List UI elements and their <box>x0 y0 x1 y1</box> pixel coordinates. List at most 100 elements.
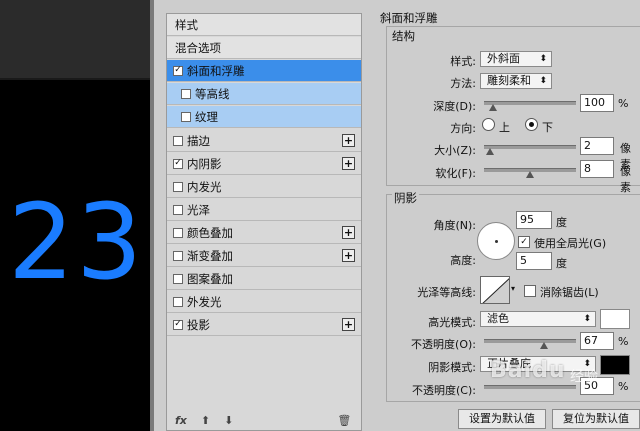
gloss-contour-label: 光泽等高线: <box>417 286 476 299</box>
shading-group-title: 阴影 <box>392 190 419 206</box>
direction-label: 方向: <box>450 122 476 135</box>
style-item-bevel-emboss[interactable]: ✓ 斜面和浮雕 <box>167 60 361 82</box>
add-color-overlay-button[interactable]: + <box>342 226 355 239</box>
highlight-opacity-label: 不透明度(O): <box>411 338 476 351</box>
size-input[interactable]: 2 <box>580 137 614 155</box>
fx-icon[interactable]: fx <box>175 414 187 427</box>
style-list-header-styles[interactable]: 样式 <box>167 14 361 36</box>
style-item-gradient-overlay[interactable]: 渐变叠加 + <box>167 245 361 267</box>
altitude-unit: 度 <box>556 257 567 270</box>
style-item-stroke[interactable]: 描边 + <box>167 130 361 152</box>
style-item-contour[interactable]: 等高线 <box>167 83 361 105</box>
soften-label: 软化(F): <box>435 167 476 180</box>
style-item-satin[interactable]: 光泽 <box>167 199 361 221</box>
global-light-checkbox[interactable]: ✓ <box>518 236 530 248</box>
shadow-opacity-slider[interactable] <box>484 385 576 389</box>
soften-slider[interactable] <box>484 168 576 178</box>
bevel-method-select[interactable]: 雕刻柔和 ⬍ <box>480 73 552 89</box>
style-label: 样式: <box>450 55 476 68</box>
add-drop-shadow-button[interactable]: + <box>342 318 355 331</box>
gloss-contour-preview[interactable] <box>480 276 510 304</box>
trash-icon[interactable]: 🗑 <box>337 414 351 427</box>
direction-up-radio[interactable] <box>482 118 495 131</box>
bevel-section-title: 斜面和浮雕 <box>380 11 438 25</box>
shadow-color-swatch[interactable] <box>600 355 630 375</box>
baidu-watermark-sub: 经验 <box>570 369 598 385</box>
angle-label: 角度(N): <box>433 219 476 232</box>
add-stroke-button[interactable]: + <box>342 134 355 147</box>
depth-slider[interactable] <box>484 101 576 111</box>
move-down-icon[interactable]: ⬇ <box>224 414 233 427</box>
outer-glow-checkbox[interactable] <box>173 296 183 307</box>
style-item-drop-shadow[interactable]: ✓ 投影 + <box>167 314 361 336</box>
gradient-overlay-checkbox[interactable] <box>173 250 183 261</box>
antialias-checkbox[interactable] <box>524 285 536 297</box>
soften-unit: 像素 <box>620 165 631 194</box>
direction-down-radio[interactable] <box>525 118 538 131</box>
inner-glow-checkbox[interactable] <box>173 181 183 192</box>
highlight-mode-select[interactable]: 滤色 ⬍ <box>480 311 596 327</box>
highlight-opacity-input[interactable]: 67 <box>580 332 614 350</box>
contour-curve-icon <box>482 278 509 303</box>
drop-shadow-checkbox[interactable]: ✓ <box>173 319 183 330</box>
style-item-outer-glow[interactable]: 外发光 <box>167 291 361 313</box>
depth-input[interactable]: 100 <box>580 94 614 112</box>
style-item-inner-glow[interactable]: 内发光 <box>167 176 361 198</box>
highlight-color-swatch[interactable] <box>600 309 630 329</box>
size-slider[interactable] <box>484 145 576 155</box>
canvas-number-text: 23 <box>8 181 145 303</box>
contour-checkbox[interactable] <box>181 88 191 99</box>
contour-dropdown-icon[interactable]: ▾ <box>511 284 515 293</box>
chevron-updown-icon: ⬍ <box>539 54 547 64</box>
size-slider-thumb[interactable] <box>486 148 494 155</box>
structure-group-title: 结构 <box>392 29 415 43</box>
highlight-mode-label: 高光模式: <box>428 316 476 329</box>
make-default-button[interactable]: 设置为默认值 <box>458 409 546 429</box>
style-list-footer: fx ⬆ ⬇ 🗑 <box>167 410 361 430</box>
inner-shadow-checkbox[interactable]: ✓ <box>173 158 183 169</box>
size-label: 大小(Z): <box>434 144 476 157</box>
document-canvas: 23 <box>0 0 150 431</box>
baidu-watermark-logo: Baidu <box>490 358 566 383</box>
direction-up-label: 上 <box>499 121 510 134</box>
bevel-checkbox[interactable]: ✓ <box>173 65 183 76</box>
soften-input[interactable]: 8 <box>580 160 614 178</box>
stroke-checkbox[interactable] <box>173 135 183 146</box>
shadow-mode-label: 阴影模式: <box>428 361 476 374</box>
reset-default-button[interactable]: 复位为默认值 <box>552 409 640 429</box>
layer-style-dialog: 样式 混合选项 ✓ 斜面和浮雕 等高线 纹理 描边 + ✓ 内阴影 + 内发光 <box>150 0 640 431</box>
add-inner-shadow-button[interactable]: + <box>342 157 355 170</box>
highlight-opacity-slider[interactable] <box>484 339 576 349</box>
bevel-style-select[interactable]: 外斜面 ⬍ <box>480 51 552 67</box>
chevron-updown-icon: ⬍ <box>539 76 547 86</box>
style-item-pattern-overlay[interactable]: 图案叠加 <box>167 268 361 290</box>
highlight-opacity-thumb[interactable] <box>540 342 548 349</box>
style-item-color-overlay[interactable]: 颜色叠加 + <box>167 222 361 244</box>
satin-checkbox[interactable] <box>173 204 183 215</box>
texture-checkbox[interactable] <box>181 111 191 122</box>
method-label: 方法: <box>450 77 476 90</box>
color-overlay-checkbox[interactable] <box>173 227 183 238</box>
depth-slider-thumb[interactable] <box>489 104 497 111</box>
altitude-input[interactable]: 5 <box>516 252 552 270</box>
move-up-icon[interactable]: ⬆ <box>201 414 210 427</box>
angle-input[interactable]: 95 <box>516 211 552 229</box>
shadow-opacity-unit: % <box>618 380 629 393</box>
angle-unit: 度 <box>556 216 567 229</box>
altitude-label: 高度: <box>450 254 476 267</box>
add-gradient-overlay-button[interactable]: + <box>342 249 355 262</box>
highlight-opacity-unit: % <box>618 335 629 348</box>
chevron-updown-icon: ⬍ <box>583 314 591 324</box>
style-list-blending-options[interactable]: 混合选项 <box>167 37 361 59</box>
style-item-inner-shadow[interactable]: ✓ 内阴影 + <box>167 153 361 175</box>
style-item-texture[interactable]: 纹理 <box>167 106 361 128</box>
global-light-label: 使用全局光(G) <box>534 237 607 250</box>
shadow-opacity-label: 不透明度(C): <box>412 384 476 397</box>
direction-down-label: 下 <box>542 121 553 134</box>
pattern-overlay-checkbox[interactable] <box>173 273 183 284</box>
antialias-label: 消除锯齿(L) <box>540 286 599 299</box>
canvas-top-strip <box>0 0 150 78</box>
soften-slider-thumb[interactable] <box>526 171 534 178</box>
angle-dial[interactable] <box>477 222 515 260</box>
depth-unit: % <box>618 97 629 110</box>
